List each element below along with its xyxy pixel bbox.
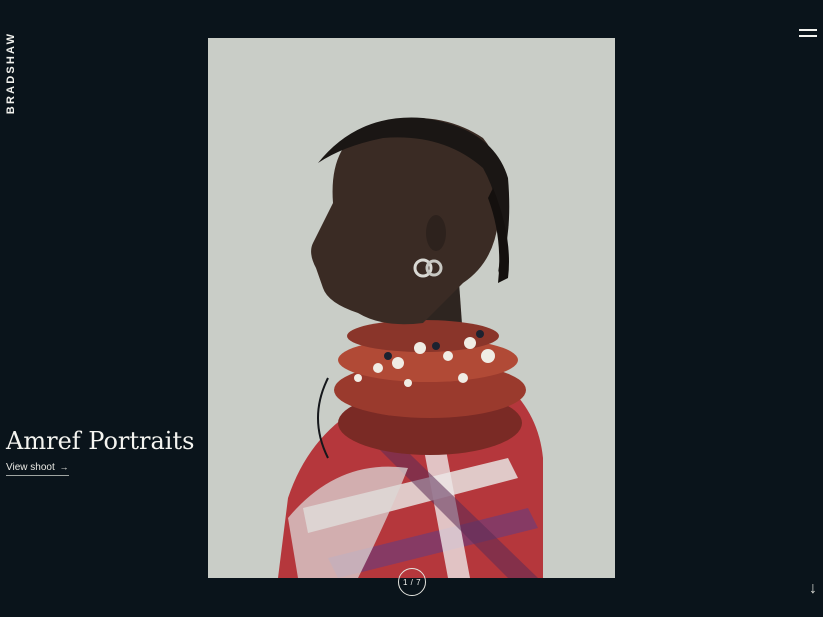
portrait-illustration bbox=[208, 38, 615, 578]
featured-portrait-image[interactable] bbox=[208, 38, 615, 578]
brand-name: BRADSHAW bbox=[5, 31, 17, 115]
slide-counter-label: 1 / 7 bbox=[402, 577, 422, 587]
view-shoot-link[interactable]: View shoot → bbox=[6, 462, 69, 476]
brand-logo[interactable]: BRADSHAW bbox=[3, 28, 19, 118]
arrow-down-icon[interactable]: ↓ bbox=[809, 581, 817, 597]
view-shoot-label: View shoot bbox=[6, 462, 55, 473]
project-title: Amref Portraits bbox=[6, 427, 195, 455]
menu-button[interactable] bbox=[799, 26, 819, 40]
slide-counter[interactable]: 1 / 7 bbox=[398, 568, 426, 596]
hamburger-icon-line-2 bbox=[799, 35, 817, 37]
hamburger-icon-line-1 bbox=[799, 29, 817, 31]
arrow-right-icon: → bbox=[59, 462, 69, 472]
